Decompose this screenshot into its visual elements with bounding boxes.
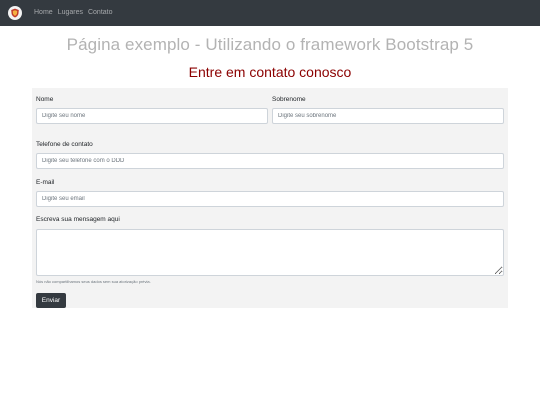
nav-link-contato[interactable]: Contato: [88, 0, 113, 26]
first-name-label: Nome: [36, 96, 54, 103]
page-title: Página exemplo - Utilizando o framework …: [66, 35, 474, 54]
top-navbar: Home Lugares Contato: [0, 0, 540, 26]
brand-logo[interactable]: [8, 6, 22, 20]
first-name-input[interactable]: [36, 108, 268, 124]
last-name-label: Sobrenome: [272, 96, 306, 103]
email-label: E-mail: [36, 179, 55, 186]
email-input[interactable]: [36, 191, 504, 207]
nav-link-home[interactable]: Home: [34, 0, 53, 26]
last-name-input[interactable]: [272, 108, 504, 124]
submit-button[interactable]: Enviar: [36, 293, 66, 308]
message-textarea[interactable]: [36, 229, 504, 276]
contact-form: Nome Sobrenome Telefone de contato E-mai…: [32, 88, 508, 308]
shield-logo-icon: [11, 8, 19, 18]
phone-input[interactable]: [36, 153, 504, 169]
contact-heading: Entre em contato conosco: [188, 64, 352, 80]
nav-link-lugares[interactable]: Lugares: [58, 0, 83, 26]
phone-label: Telefone de contato: [36, 141, 93, 148]
nav-links: Home Lugares Contato: [34, 0, 118, 26]
privacy-help-text: Nós não compartilhamos seus dados sem su…: [36, 279, 151, 284]
message-label: Escreva sua mensagem aqui: [36, 216, 120, 223]
